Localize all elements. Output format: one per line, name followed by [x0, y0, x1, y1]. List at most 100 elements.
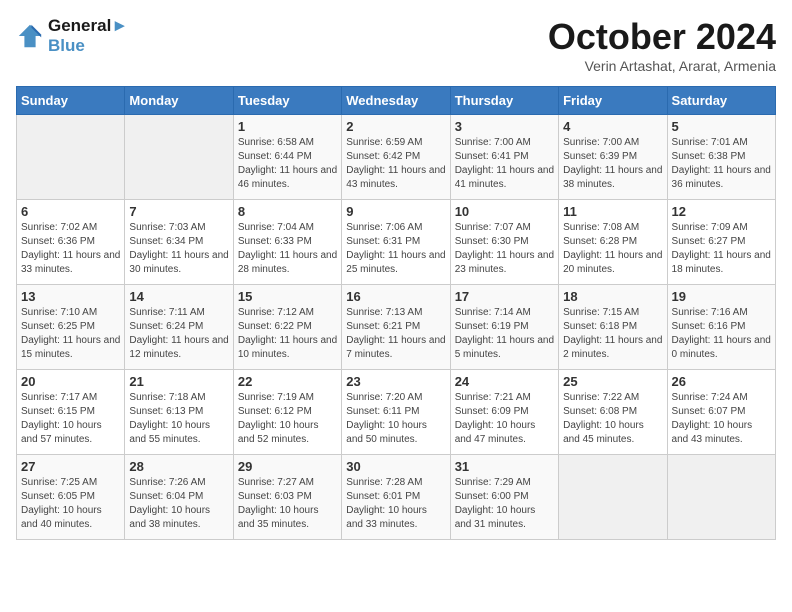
day-info: Sunrise: 7:25 AM Sunset: 6:05 PM Dayligh…: [21, 476, 120, 532]
month-title: October 2024: [548, 16, 776, 58]
day-info: Sunrise: 7:10 AM Sunset: 6:25 PM Dayligh…: [21, 306, 120, 362]
location: Verin Artashat, Ararat, Armenia: [548, 58, 776, 74]
day-number: 10: [455, 204, 554, 219]
day-number: 28: [129, 459, 228, 474]
col-header-monday: Monday: [125, 87, 233, 115]
day-info: Sunrise: 7:00 AM Sunset: 6:39 PM Dayligh…: [563, 136, 662, 192]
day-cell: 25 Sunrise: 7:22 AM Sunset: 6:08 PM Dayli…: [559, 370, 667, 455]
day-cell: 13 Sunrise: 7:10 AM Sunset: 6:25 PM Dayli…: [17, 285, 125, 370]
day-info: Sunrise: 7:14 AM Sunset: 6:19 PM Dayligh…: [455, 306, 554, 362]
day-cell: 27 Sunrise: 7:25 AM Sunset: 6:05 PM Dayli…: [17, 455, 125, 540]
day-cell: 9 Sunrise: 7:06 AM Sunset: 6:31 PM Daylig…: [342, 200, 450, 285]
day-cell: 14 Sunrise: 7:11 AM Sunset: 6:24 PM Dayli…: [125, 285, 233, 370]
day-number: 9: [346, 204, 445, 219]
day-number: 12: [672, 204, 771, 219]
day-info: Sunrise: 7:02 AM Sunset: 6:36 PM Dayligh…: [21, 221, 120, 277]
day-info: Sunrise: 7:19 AM Sunset: 6:12 PM Dayligh…: [238, 391, 337, 447]
day-info: Sunrise: 6:58 AM Sunset: 6:44 PM Dayligh…: [238, 136, 337, 192]
col-header-wednesday: Wednesday: [342, 87, 450, 115]
day-info: Sunrise: 7:28 AM Sunset: 6:01 PM Dayligh…: [346, 476, 445, 532]
day-cell: 6 Sunrise: 7:02 AM Sunset: 6:36 PM Daylig…: [17, 200, 125, 285]
day-cell: 19 Sunrise: 7:16 AM Sunset: 6:16 PM Dayli…: [667, 285, 775, 370]
day-cell: 8 Sunrise: 7:04 AM Sunset: 6:33 PM Daylig…: [233, 200, 341, 285]
day-cell: 18 Sunrise: 7:15 AM Sunset: 6:18 PM Dayli…: [559, 285, 667, 370]
day-cell: 11Sunrise: 7:08 AM Sunset: 6:28 PM Dayli…: [559, 200, 667, 285]
col-header-tuesday: Tuesday: [233, 87, 341, 115]
day-info: Sunrise: 7:26 AM Sunset: 6:04 PM Dayligh…: [129, 476, 228, 532]
day-info: Sunrise: 7:22 AM Sunset: 6:08 PM Dayligh…: [563, 391, 662, 447]
day-cell: 21Sunrise: 7:18 AM Sunset: 6:13 PM Dayli…: [125, 370, 233, 455]
day-info: Sunrise: 7:15 AM Sunset: 6:18 PM Dayligh…: [563, 306, 662, 362]
day-info: Sunrise: 7:12 AM Sunset: 6:22 PM Dayligh…: [238, 306, 337, 362]
day-cell: 2 Sunrise: 6:59 AM Sunset: 6:42 PM Daylig…: [342, 115, 450, 200]
week-row-5: 27 Sunrise: 7:25 AM Sunset: 6:05 PM Dayli…: [17, 455, 776, 540]
day-info: Sunrise: 7:17 AM Sunset: 6:15 PM Dayligh…: [21, 391, 120, 447]
day-info: Sunrise: 7:16 AM Sunset: 6:16 PM Dayligh…: [672, 306, 771, 362]
day-number: 14: [129, 289, 228, 304]
week-row-3: 13 Sunrise: 7:10 AM Sunset: 6:25 PM Dayli…: [17, 285, 776, 370]
day-number: 6: [21, 204, 120, 219]
day-cell: 23Sunrise: 7:20 AM Sunset: 6:11 PM Dayli…: [342, 370, 450, 455]
day-cell: 28 Sunrise: 7:26 AM Sunset: 6:04 PM Dayli…: [125, 455, 233, 540]
page-header: General► Blue October 2024 Verin Artasha…: [16, 16, 776, 74]
day-info: Sunrise: 6:59 AM Sunset: 6:42 PM Dayligh…: [346, 136, 445, 192]
day-number: 22: [238, 374, 337, 389]
day-number: 25: [563, 374, 662, 389]
col-header-sunday: Sunday: [17, 87, 125, 115]
day-number: 2: [346, 119, 445, 134]
day-number: 7: [129, 204, 228, 219]
day-cell: [559, 455, 667, 540]
day-info: Sunrise: 7:07 AM Sunset: 6:30 PM Dayligh…: [455, 221, 554, 277]
day-cell: 22 Sunrise: 7:19 AM Sunset: 6:12 PM Dayli…: [233, 370, 341, 455]
day-cell: 30Sunrise: 7:28 AM Sunset: 6:01 PM Dayli…: [342, 455, 450, 540]
day-number: 3: [455, 119, 554, 134]
day-info: Sunrise: 7:01 AM Sunset: 6:38 PM Dayligh…: [672, 136, 771, 192]
week-row-2: 6 Sunrise: 7:02 AM Sunset: 6:36 PM Daylig…: [17, 200, 776, 285]
header-row: SundayMondayTuesdayWednesdayThursdayFrid…: [17, 87, 776, 115]
day-number: 18: [563, 289, 662, 304]
day-number: 4: [563, 119, 662, 134]
logo-icon: [16, 22, 44, 50]
logo: General► Blue: [16, 16, 128, 56]
day-info: Sunrise: 7:27 AM Sunset: 6:03 PM Dayligh…: [238, 476, 337, 532]
day-info: Sunrise: 7:03 AM Sunset: 6:34 PM Dayligh…: [129, 221, 228, 277]
day-cell: 16Sunrise: 7:13 AM Sunset: 6:21 PM Dayli…: [342, 285, 450, 370]
day-number: 19: [672, 289, 771, 304]
day-number: 21: [129, 374, 228, 389]
day-number: 23: [346, 374, 445, 389]
day-info: Sunrise: 7:21 AM Sunset: 6:09 PM Dayligh…: [455, 391, 554, 447]
day-info: Sunrise: 7:24 AM Sunset: 6:07 PM Dayligh…: [672, 391, 771, 447]
day-info: Sunrise: 7:11 AM Sunset: 6:24 PM Dayligh…: [129, 306, 228, 362]
col-header-friday: Friday: [559, 87, 667, 115]
day-number: 26: [672, 374, 771, 389]
day-cell: 31Sunrise: 7:29 AM Sunset: 6:00 PM Dayli…: [450, 455, 558, 540]
day-info: Sunrise: 7:06 AM Sunset: 6:31 PM Dayligh…: [346, 221, 445, 277]
day-cell: [125, 115, 233, 200]
day-info: Sunrise: 7:04 AM Sunset: 6:33 PM Dayligh…: [238, 221, 337, 277]
logo-text: General► Blue: [48, 16, 128, 56]
calendar-table: SundayMondayTuesdayWednesdayThursdayFrid…: [16, 86, 776, 540]
day-cell: 24Sunrise: 7:21 AM Sunset: 6:09 PM Dayli…: [450, 370, 558, 455]
week-row-4: 20Sunrise: 7:17 AM Sunset: 6:15 PM Dayli…: [17, 370, 776, 455]
title-block: October 2024 Verin Artashat, Ararat, Arm…: [548, 16, 776, 74]
day-number: 17: [455, 289, 554, 304]
day-cell: 17 Sunrise: 7:14 AM Sunset: 6:19 PM Dayli…: [450, 285, 558, 370]
day-cell: [17, 115, 125, 200]
day-number: 31: [455, 459, 554, 474]
day-number: 8: [238, 204, 337, 219]
day-cell: 15 Sunrise: 7:12 AM Sunset: 6:22 PM Dayli…: [233, 285, 341, 370]
day-number: 15: [238, 289, 337, 304]
day-cell: 12Sunrise: 7:09 AM Sunset: 6:27 PM Dayli…: [667, 200, 775, 285]
day-number: 27: [21, 459, 120, 474]
day-cell: 26 Sunrise: 7:24 AM Sunset: 6:07 PM Dayli…: [667, 370, 775, 455]
day-number: 13: [21, 289, 120, 304]
day-cell: 4 Sunrise: 7:00 AM Sunset: 6:39 PM Daylig…: [559, 115, 667, 200]
col-header-thursday: Thursday: [450, 87, 558, 115]
day-number: 1: [238, 119, 337, 134]
col-header-saturday: Saturday: [667, 87, 775, 115]
day-info: Sunrise: 7:00 AM Sunset: 6:41 PM Dayligh…: [455, 136, 554, 192]
day-cell: 5Sunrise: 7:01 AM Sunset: 6:38 PM Daylig…: [667, 115, 775, 200]
day-number: 29: [238, 459, 337, 474]
day-cell: 20Sunrise: 7:17 AM Sunset: 6:15 PM Dayli…: [17, 370, 125, 455]
day-cell: 10 Sunrise: 7:07 AM Sunset: 6:30 PM Dayli…: [450, 200, 558, 285]
